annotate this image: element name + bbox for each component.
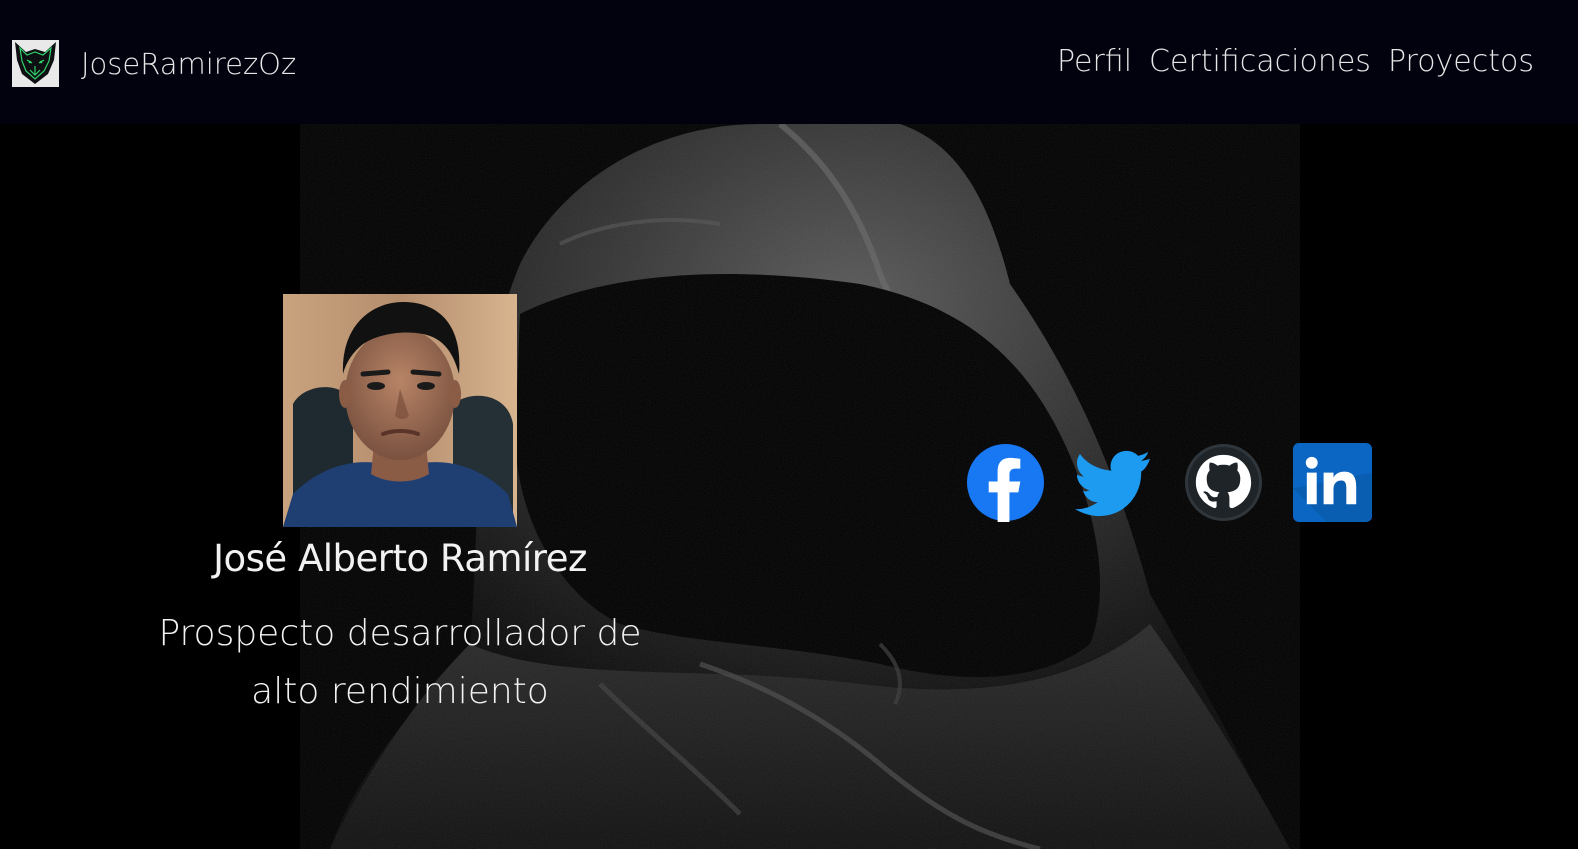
brand-link[interactable]: JoseRamirezOz — [12, 40, 296, 87]
nav-link-certificaciones[interactable]: Certificaciones — [1149, 42, 1371, 82]
twitter-link[interactable] — [1075, 443, 1154, 522]
profile-tagline: Prospecto desarrollador de alto rendimie… — [158, 613, 642, 712]
navbar: JoseRamirezOz Perfil Certificaciones Pro… — [0, 0, 1578, 124]
github-link[interactable] — [1184, 443, 1263, 522]
hero-section: José Alberto Ramírez Prospecto desarroll… — [0, 124, 1578, 849]
linkedin-icon — [1293, 443, 1372, 522]
linkedin-link[interactable] — [1293, 443, 1372, 522]
social-links — [966, 443, 1372, 522]
facebook-link[interactable] — [966, 443, 1045, 522]
nav-link-proyectos[interactable]: Proyectos — [1388, 42, 1534, 82]
main-nav: Perfil Certificaciones Proyectos — [1057, 42, 1534, 82]
profile-name: José Alberto Ramírez — [213, 537, 587, 580]
twitter-icon — [1075, 450, 1151, 517]
github-icon — [1184, 443, 1263, 522]
profile-card: José Alberto Ramírez Prospecto desarroll… — [100, 294, 700, 721]
facebook-icon — [966, 443, 1045, 522]
brand-name: JoseRamirezOz — [81, 46, 297, 81]
nav-link-perfil[interactable]: Perfil — [1057, 42, 1132, 82]
profile-photo — [283, 294, 517, 527]
wolf-logo-icon — [12, 40, 59, 87]
